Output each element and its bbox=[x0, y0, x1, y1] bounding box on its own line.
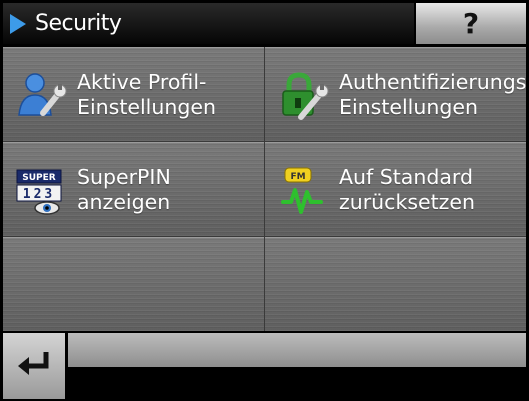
user-wrench-icon bbox=[13, 67, 69, 123]
superpin-icon-text: SUPER bbox=[22, 173, 56, 183]
menu-grid: Aktive Profil- Einstellungen Authentifiz… bbox=[3, 47, 526, 331]
factory-reset-icon: FM bbox=[275, 162, 331, 218]
footer-bar bbox=[68, 333, 526, 367]
back-button[interactable] bbox=[3, 333, 65, 399]
security-screen: Security ? Aktive Profil- Einstellungen bbox=[0, 0, 529, 401]
factory-reset-icon-text: FM bbox=[290, 172, 305, 182]
return-arrow-icon bbox=[16, 348, 52, 384]
title-bar: Security bbox=[3, 3, 414, 46]
superpin-icon-digits: 123 bbox=[23, 187, 55, 202]
tile-label: Auf Standard zurücksetzen bbox=[339, 164, 476, 214]
tile-empty-right bbox=[265, 237, 526, 331]
play-arrow-icon bbox=[3, 3, 33, 44]
tile-empty-left bbox=[3, 237, 264, 331]
tile-active-profile-settings[interactable]: Aktive Profil- Einstellungen bbox=[3, 47, 264, 141]
tile-label: Aktive Profil- Einstellungen bbox=[77, 69, 216, 119]
header: Security ? bbox=[3, 3, 526, 46]
tile-authentication-settings[interactable]: Authentifizierungs Einstellungen bbox=[265, 47, 526, 141]
footer bbox=[3, 333, 526, 399]
tile-label: SuperPIN anzeigen bbox=[77, 164, 171, 214]
tile-show-superpin[interactable]: SUPER 123 SuperPIN anzeigen bbox=[3, 142, 264, 236]
tile-reset-to-default[interactable]: FM Auf Standard zurücksetzen bbox=[265, 142, 526, 236]
superpin-icon: SUPER 123 bbox=[13, 162, 69, 218]
lock-wrench-icon bbox=[275, 67, 331, 123]
tile-label: Authentifizierungs Einstellungen bbox=[339, 69, 526, 119]
help-button[interactable]: ? bbox=[416, 3, 526, 44]
page-title: Security bbox=[35, 11, 122, 36]
